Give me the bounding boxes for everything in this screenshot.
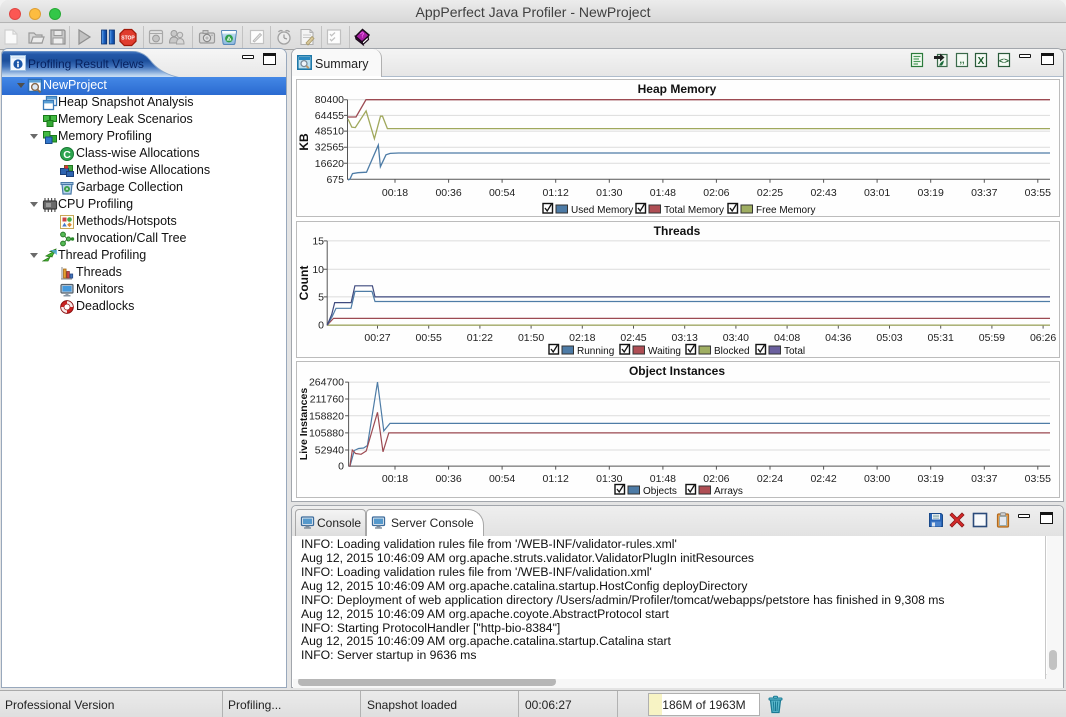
svg-text:02:42: 02:42 <box>810 473 836 485</box>
svg-text:03:37: 03:37 <box>971 187 997 199</box>
svg-text:02:06: 02:06 <box>703 473 729 485</box>
svg-text:52940: 52940 <box>315 445 344 457</box>
svg-text:Free Memory: Free Memory <box>756 205 815 216</box>
svg-text:03:37: 03:37 <box>971 473 997 485</box>
svg-text:<>: <> <box>999 56 1009 66</box>
svg-text:01:12: 01:12 <box>543 473 569 485</box>
svg-text:105880: 105880 <box>309 427 344 439</box>
svg-text:10: 10 <box>312 264 324 276</box>
svg-text:02:18: 02:18 <box>569 332 595 344</box>
svg-text:211760: 211760 <box>310 394 344 406</box>
svg-text:05:59: 05:59 <box>979 332 1005 344</box>
svg-text:KB: KB <box>297 133 311 151</box>
svg-text:01:30: 01:30 <box>596 187 622 199</box>
svg-text:03:01: 03:01 <box>864 187 890 199</box>
svg-text:05:31: 05:31 <box>928 332 954 344</box>
svg-text:Objects: Objects <box>643 486 677 497</box>
svg-text:06:26: 06:26 <box>1030 332 1056 344</box>
svg-text:04:08: 04:08 <box>774 332 800 344</box>
svg-text:03:40: 03:40 <box>723 332 749 344</box>
svg-text:00:54: 00:54 <box>489 473 515 485</box>
svg-text:5: 5 <box>318 291 324 303</box>
svg-text:64455: 64455 <box>315 110 344 122</box>
svg-text:02:24: 02:24 <box>757 473 783 485</box>
svg-text:03:55: 03:55 <box>1025 473 1051 485</box>
svg-text:03:13: 03:13 <box>672 332 698 344</box>
svg-text:01:22: 01:22 <box>467 332 493 344</box>
svg-text:01:48: 01:48 <box>650 187 676 199</box>
svg-text:Count: Count <box>297 266 311 301</box>
svg-text:01:48: 01:48 <box>650 473 676 485</box>
svg-text:Object Instances: Object Instances <box>629 364 725 378</box>
svg-text:01:50: 01:50 <box>518 332 544 344</box>
svg-text:Live Instances: Live Instances <box>298 388 310 461</box>
svg-text:00:18: 00:18 <box>382 187 408 199</box>
svg-text:Used Memory: Used Memory <box>571 205 633 216</box>
svg-text:264700: 264700 <box>309 377 344 389</box>
svg-text:Arrays: Arrays <box>714 486 743 497</box>
svg-text:01:30: 01:30 <box>596 473 622 485</box>
svg-text:05:03: 05:03 <box>876 332 902 344</box>
svg-text:15: 15 <box>312 235 324 247</box>
svg-text:03:19: 03:19 <box>918 473 944 485</box>
svg-text:,,: ,, <box>959 55 964 65</box>
svg-text:675: 675 <box>326 174 344 186</box>
svg-text:00:36: 00:36 <box>435 473 461 485</box>
svg-text:C: C <box>63 149 71 161</box>
svg-text:80400: 80400 <box>315 94 344 106</box>
svg-text:01:12: 01:12 <box>543 187 569 199</box>
svg-text:04:36: 04:36 <box>825 332 851 344</box>
svg-text:0: 0 <box>318 320 324 332</box>
svg-text:03:00: 03:00 <box>864 473 890 485</box>
svg-text:02:25: 02:25 <box>757 187 783 199</box>
svg-text:STOP: STOP <box>121 36 135 42</box>
svg-text:Threads: Threads <box>654 224 701 238</box>
svg-text:Heap Memory: Heap Memory <box>638 82 717 96</box>
svg-text:Total: Total <box>784 346 805 357</box>
svg-text:Running: Running <box>577 346 614 357</box>
svg-text:Blocked: Blocked <box>714 346 750 357</box>
svg-text:00:27: 00:27 <box>364 332 390 344</box>
svg-text:16620: 16620 <box>315 158 344 170</box>
svg-text:02:06: 02:06 <box>703 187 729 199</box>
svg-text:00:54: 00:54 <box>489 187 515 199</box>
svg-text:Total Memory: Total Memory <box>664 205 724 216</box>
svg-text:03:19: 03:19 <box>918 187 944 199</box>
svg-text:00:55: 00:55 <box>416 332 442 344</box>
svg-text:48510: 48510 <box>315 126 344 138</box>
svg-text:00:36: 00:36 <box>435 187 461 199</box>
svg-text:158820: 158820 <box>309 410 344 422</box>
svg-text:02:43: 02:43 <box>810 187 836 199</box>
svg-text:02:45: 02:45 <box>620 332 646 344</box>
svg-text:00:18: 00:18 <box>382 473 408 485</box>
svg-text:32565: 32565 <box>315 142 344 154</box>
svg-text:Waiting: Waiting <box>648 346 681 357</box>
svg-text:0: 0 <box>338 461 344 473</box>
svg-text:X: X <box>978 56 985 67</box>
svg-text:03:55: 03:55 <box>1025 187 1051 199</box>
